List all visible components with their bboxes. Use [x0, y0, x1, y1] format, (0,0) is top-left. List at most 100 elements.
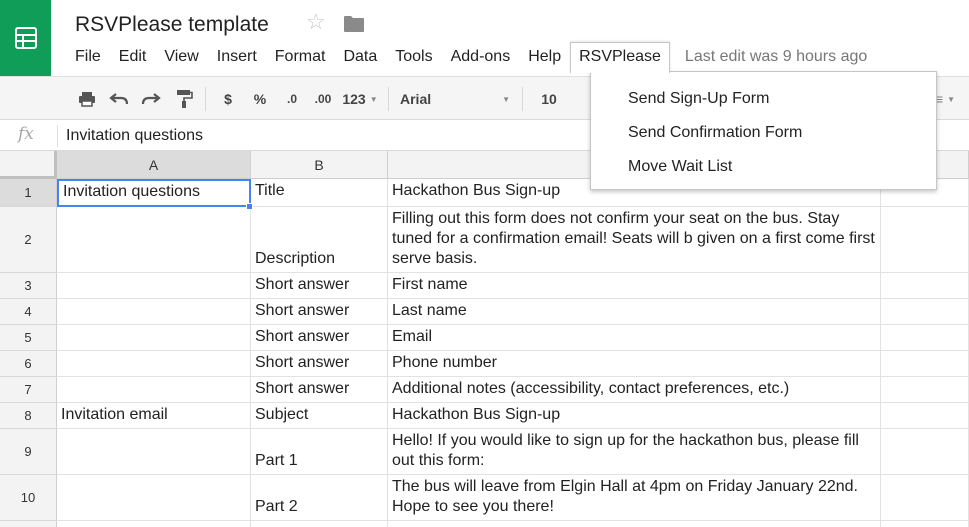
row-header[interactable]: 10 [0, 475, 57, 521]
menu-item-send-confirmation-form[interactable]: Send Confirmation Form [591, 119, 936, 153]
table-cell[interactable]: Hello! If you would like to sign up for … [388, 429, 881, 475]
table-cell[interactable]: Phone number [388, 351, 881, 377]
sheets-logo-icon[interactable] [0, 0, 51, 76]
row-header[interactable]: 6 [0, 351, 57, 377]
last-edit-status[interactable]: Last edit was 9 hours ago [685, 46, 867, 68]
star-icon[interactable]: ☆ [306, 11, 326, 33]
table-cell[interactable] [57, 207, 251, 273]
table-cell[interactable] [881, 325, 969, 351]
table-cell[interactable]: Short answer [251, 351, 388, 377]
row-header[interactable]: 5 [0, 325, 57, 351]
fx-icon: fx [18, 124, 34, 144]
menu-format[interactable]: Format [266, 42, 335, 72]
table-cell[interactable] [57, 521, 251, 527]
menu-rsvplease[interactable]: RSVPlease [570, 41, 670, 73]
toolbar-divider [205, 87, 206, 111]
table-cell[interactable]: First name [388, 273, 881, 299]
table-cell[interactable] [881, 475, 969, 521]
table-cell[interactable] [57, 273, 251, 299]
menu-data[interactable]: Data [334, 42, 386, 72]
chevron-down-icon: ▼ [502, 94, 510, 104]
menu-insert[interactable]: Insert [208, 42, 266, 72]
table-cell[interactable]: Additional notes (accessibility, contact… [388, 377, 881, 403]
table-cell[interactable]: Short answer [251, 299, 388, 325]
row-header[interactable]: 2 [0, 207, 57, 273]
table-cell[interactable] [881, 429, 969, 475]
table-cell[interactable]: Invitation email [57, 403, 251, 429]
menu-item-send-sign-up-form[interactable]: Send Sign-Up Form [591, 85, 936, 119]
row-header[interactable]: 8 [0, 403, 57, 429]
table-cell[interactable] [881, 351, 969, 377]
formula-input[interactable]: Invitation questions [66, 127, 203, 145]
table-cell[interactable]: Filling out this form does not confirm y… [388, 207, 881, 273]
table-cell[interactable]: Description [251, 207, 388, 273]
table-cell[interactable] [881, 377, 969, 403]
font-family-select[interactable]: Arial ▼ [400, 77, 510, 121]
chevron-down-icon: ▼ [947, 94, 956, 104]
font-size-select[interactable]: 10 [538, 77, 560, 121]
table-cell[interactable] [57, 475, 251, 521]
table-cell[interactable] [881, 403, 969, 429]
decrease-decimal-button[interactable]: .0 [281, 77, 303, 121]
table-cell[interactable]: Part 1 [251, 429, 388, 475]
spreadsheet-app: RSVPlease template ☆ File Edit View Inse… [0, 0, 969, 527]
column-header-a[interactable]: A [57, 151, 251, 179]
print-icon[interactable] [76, 77, 98, 121]
table-cell[interactable] [57, 429, 251, 475]
table-cell[interactable] [388, 521, 881, 527]
row-header[interactable]: 1 [0, 179, 57, 207]
menu-edit[interactable]: Edit [110, 42, 156, 72]
document-title[interactable]: RSVPlease template [75, 13, 269, 37]
table-cell[interactable] [881, 521, 969, 527]
table-cell[interactable] [251, 521, 388, 527]
table-cell[interactable] [881, 299, 969, 325]
folder-icon[interactable] [343, 15, 365, 38]
undo-icon[interactable] [108, 77, 130, 121]
menu-view[interactable]: View [155, 42, 207, 72]
column-header-b[interactable]: B [251, 151, 388, 179]
row-header[interactable]: 7 [0, 377, 57, 403]
redo-icon[interactable] [140, 77, 162, 121]
paint-format-icon[interactable] [173, 77, 195, 121]
formula-divider [57, 125, 58, 147]
row-header[interactable]: 4 [0, 299, 57, 325]
row-header[interactable] [0, 521, 57, 527]
table-cell[interactable]: Short answer [251, 377, 388, 403]
table-cell[interactable]: Last name [388, 299, 881, 325]
table-cell[interactable]: Part 2 [251, 475, 388, 521]
menu-tools[interactable]: Tools [386, 42, 441, 72]
toolbar-divider [522, 87, 523, 111]
menu-item-move-wait-list[interactable]: Move Wait List [591, 153, 936, 187]
table-cell[interactable] [57, 325, 251, 351]
table-cell[interactable] [881, 273, 969, 299]
font-family-value: Arial [400, 91, 432, 107]
toolbar-divider [388, 87, 389, 111]
rsvplease-dropdown-menu: Send Sign-Up Form Send Confirmation Form… [590, 71, 937, 190]
increase-decimal-button[interactable]: .00 [311, 77, 335, 121]
menu-add-ons[interactable]: Add-ons [442, 42, 520, 72]
row-header[interactable]: 9 [0, 429, 57, 475]
more-formats-button[interactable]: 123 ▼ [340, 77, 380, 121]
table-cell[interactable]: Title [251, 179, 388, 207]
table-cell[interactable] [57, 299, 251, 325]
table-cell[interactable]: The bus will leave from Elgin Hall at 4p… [388, 475, 881, 521]
row-header[interactable]: 3 [0, 273, 57, 299]
menu-help[interactable]: Help [519, 42, 570, 72]
table-cell[interactable]: Email [388, 325, 881, 351]
table-cell[interactable]: Short answer [251, 273, 388, 299]
table-cell[interactable] [57, 351, 251, 377]
menu-file[interactable]: File [66, 42, 110, 72]
fill-handle[interactable] [246, 203, 253, 210]
table-cell[interactable]: Hackathon Bus Sign-up [388, 403, 881, 429]
table-cell[interactable]: Short answer [251, 325, 388, 351]
table-cell[interactable] [881, 207, 969, 273]
table-cell[interactable]: Subject [251, 403, 388, 429]
menu-bar: File Edit View Insert Format Data Tools … [66, 41, 867, 73]
table-cell[interactable]: Invitation questions [57, 179, 251, 207]
percent-format-button[interactable]: % [250, 77, 270, 121]
select-all-corner[interactable] [0, 151, 57, 179]
table-cell[interactable] [57, 377, 251, 403]
currency-format-button[interactable]: $ [219, 77, 237, 121]
chevron-down-icon: ▼ [369, 94, 378, 104]
more-formats-label: 123 [342, 91, 366, 107]
